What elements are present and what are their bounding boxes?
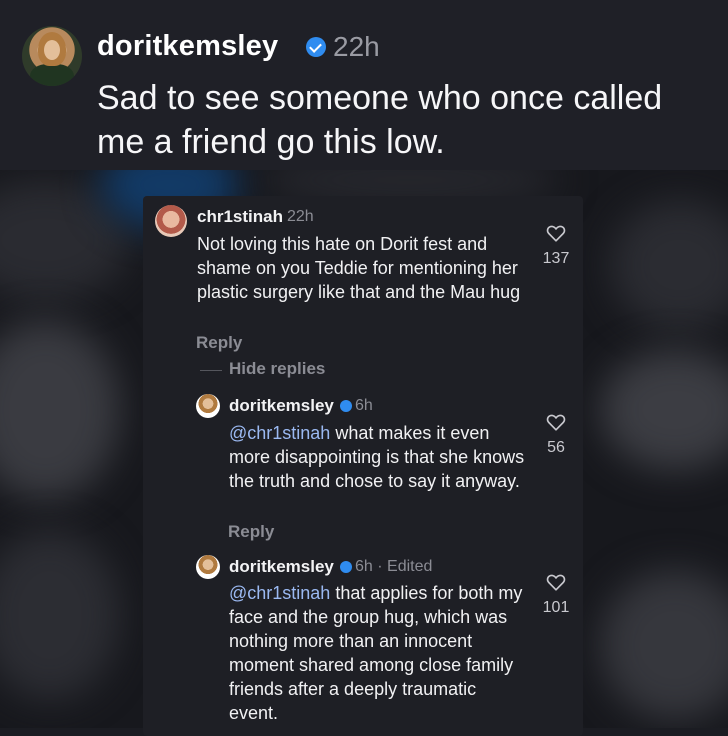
post-header: doritkemsley 22h Sad to see someone who … <box>0 0 728 170</box>
avatar[interactable] <box>155 205 187 237</box>
reply-time: 6h · Edited <box>355 558 433 575</box>
like-count: 101 <box>542 599 570 616</box>
heart-icon[interactable] <box>546 224 566 242</box>
heart-icon[interactable] <box>546 413 566 431</box>
like-count: 56 <box>547 439 565 456</box>
reply-button[interactable]: Reply <box>228 522 274 542</box>
heart-icon[interactable] <box>546 573 566 591</box>
reply-text: @chr1stinah what makes it even more disa… <box>229 421 529 493</box>
comment-text: Not loving this hate on Dorit fest and s… <box>197 234 521 302</box>
reply-body: that applies for both my face and the gr… <box>229 583 523 723</box>
reply-button[interactable]: Reply <box>196 333 242 353</box>
avatar[interactable] <box>196 394 220 418</box>
avatar-face <box>44 40 60 60</box>
avatar[interactable] <box>196 555 220 579</box>
verified-badge-icon <box>340 400 352 412</box>
verified-badge-icon <box>306 37 326 57</box>
bg-blur-shape <box>0 530 120 700</box>
reply-username[interactable]: doritkemsley <box>229 557 334 577</box>
post-username[interactable]: doritkemsley <box>97 30 278 63</box>
mention-link[interactable]: @chr1stinah <box>229 423 330 443</box>
avatar-body <box>30 64 74 86</box>
reply-time: 6h <box>355 397 373 414</box>
bg-blur-shape <box>600 350 728 470</box>
mention-link[interactable]: @chr1stinah <box>229 583 330 603</box>
comment-username[interactable]: chr1stinah <box>197 207 283 227</box>
bg-blur-shape <box>610 200 728 330</box>
post-text: Sad to see someone who once called me a … <box>97 79 663 161</box>
hide-replies-button[interactable]: Hide replies <box>229 359 325 379</box>
avatar[interactable] <box>22 26 82 86</box>
reply-text: @chr1stinah that applies for both my fac… <box>229 581 529 725</box>
like-count: 137 <box>542 250 570 267</box>
bg-blur-shape <box>600 570 728 720</box>
bg-blur-shape <box>0 320 120 500</box>
verified-badge-icon <box>340 561 352 573</box>
divider <box>200 370 222 371</box>
post-time: 22h <box>333 31 380 62</box>
comment-card: chr1stinah 22h Not loving this hate on D… <box>143 196 583 736</box>
reply-username[interactable]: doritkemsley <box>229 396 334 416</box>
comment-time: 22h <box>287 208 314 225</box>
